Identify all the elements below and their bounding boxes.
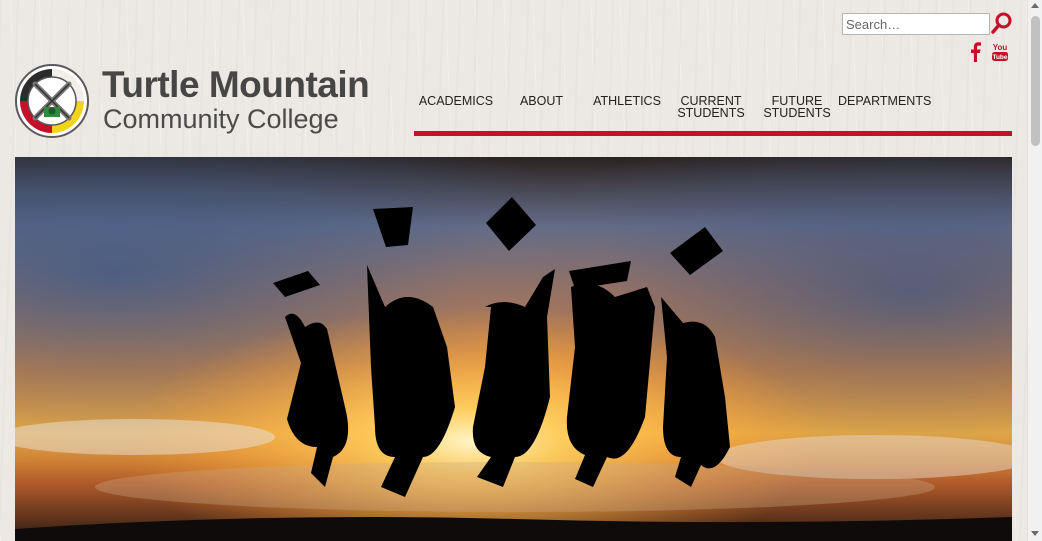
nav-about-label: ABOUT [519, 94, 564, 108]
college-logo[interactable]: Turtle Mountain Community College [14, 63, 398, 139]
search-input[interactable] [842, 13, 990, 35]
nav-future-students[interactable]: FUTURE STUDENTS [762, 95, 832, 120]
logo-line1: Turtle Mountain [102, 64, 370, 105]
hero-banner-image [15, 157, 1012, 541]
nav-current-label2: STUDENTS [677, 106, 745, 120]
nav-underline-bar [414, 131, 1012, 136]
scroll-up-arrow-icon[interactable] [1031, 3, 1039, 8]
nav-academics[interactable]: ACADEMICS [417, 94, 495, 108]
scrollbar-thumb[interactable] [1031, 16, 1040, 146]
youtube-icon[interactable]: You Tube [991, 42, 1009, 62]
nav-athletics-label: ATHLETICS [593, 94, 661, 108]
nav-athletics[interactable]: ATHLETICS [590, 94, 664, 108]
graduates-silhouette-illustration [15, 157, 1012, 541]
medicine-wheel-logo-icon [15, 64, 89, 138]
nav-future-label2: STUDENTS [763, 106, 831, 120]
youtube-glyph-top: You [993, 43, 1008, 52]
facebook-icon[interactable] [968, 42, 982, 62]
nav-about[interactable]: ABOUT [509, 94, 574, 108]
nav-departments[interactable]: DEPARTMENTS [838, 94, 932, 108]
search-box [842, 13, 990, 35]
scroll-down-arrow-icon[interactable] [1031, 531, 1039, 536]
nav-current-students[interactable]: CURRENT STUDENTS [676, 95, 746, 120]
logo-line2: Community College [103, 104, 339, 134]
nav-academics-label: ACADEMICS [418, 94, 494, 108]
youtube-glyph-bottom: Tube [992, 54, 1007, 61]
nav-departments-label: DEPARTMENTS [838, 94, 932, 108]
page-scrollbar[interactable] [1027, 0, 1042, 541]
search-icon[interactable] [990, 11, 1014, 35]
